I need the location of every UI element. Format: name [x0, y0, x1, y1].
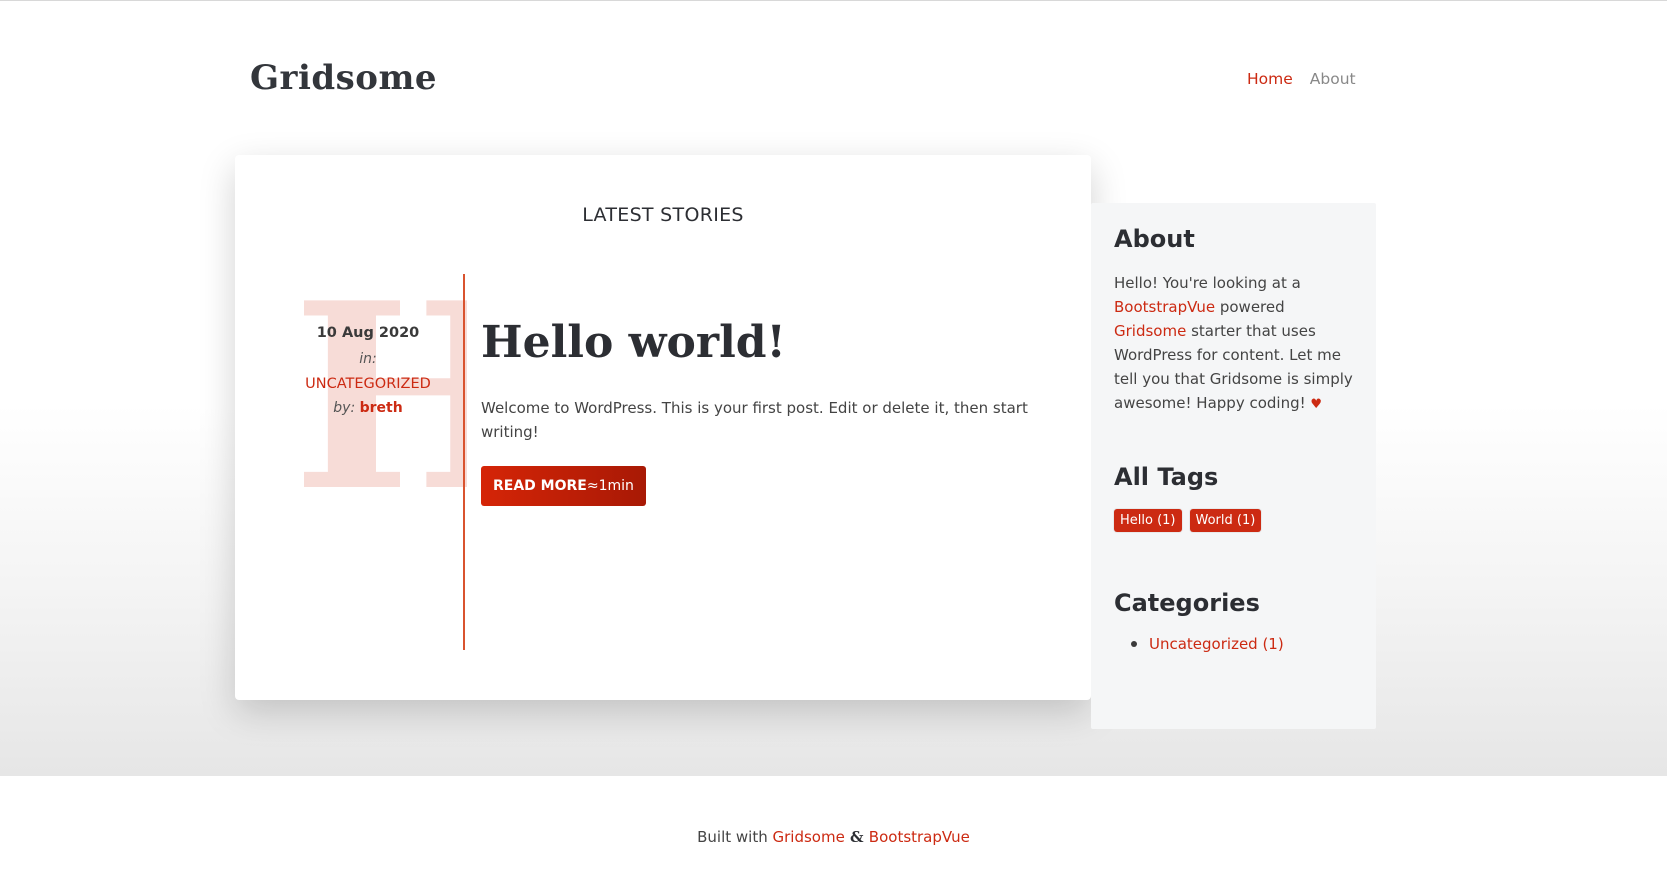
sidebar-tags-heading: All Tags: [1114, 463, 1219, 491]
bullet-icon: [1131, 641, 1137, 647]
read-time: ≈1min: [586, 478, 634, 494]
post-category-link[interactable]: UNCATEGORIZED: [293, 376, 443, 392]
sidebar-about-text: Hello! You're looking at a BootstrapVue …: [1114, 271, 1359, 417]
post-byline: by: breth: [293, 400, 443, 416]
sidebar: About Hello! You're looking at a Bootstr…: [1091, 203, 1376, 729]
post-by-label: by:: [333, 400, 356, 416]
main-nav: Home About: [1247, 70, 1356, 88]
category-list: Uncategorized (1): [1131, 635, 1284, 653]
footer-gridsome-link[interactable]: Gridsome: [772, 828, 844, 846]
category-uncategorized-link[interactable]: Uncategorized (1): [1149, 635, 1284, 653]
site-logo[interactable]: Gridsome: [250, 58, 437, 98]
post-title[interactable]: Hello world!: [481, 317, 786, 368]
nav-about[interactable]: About: [1310, 70, 1356, 88]
post-date: 10 Aug 2020: [316, 325, 420, 341]
tag-list: Hello (1) World (1): [1114, 509, 1262, 532]
footer-bootstrapvue-link[interactable]: BootstrapVue: [869, 828, 970, 846]
post-meta: 10 Aug 2020 in: UNCATEGORIZED by: breth: [293, 325, 443, 416]
footer-text: Built with Gridsome & BootstrapVue: [0, 828, 1667, 846]
read-more-label: READ MORE: [493, 478, 587, 494]
post-in-label: in:: [359, 351, 377, 367]
heart-icon: ♥: [1310, 397, 1323, 412]
site-footer: Built with Gridsome & BootstrapVue: [0, 776, 1667, 896]
post-author-link[interactable]: breth: [360, 400, 403, 416]
sidebar-about-heading: About: [1114, 225, 1195, 253]
post-excerpt: Welcome to WordPress. This is your first…: [481, 399, 1028, 441]
tag-hello[interactable]: Hello (1): [1114, 509, 1182, 532]
sidebar-categories-heading: Categories: [1114, 589, 1260, 617]
tag-world[interactable]: World (1): [1189, 509, 1262, 532]
read-more-button[interactable]: READ MORE ≈1min: [481, 466, 646, 506]
about-text-part: powered: [1215, 298, 1285, 316]
footer-prefix: Built with: [697, 828, 773, 846]
post-divider: [463, 274, 465, 650]
section-title: LATEST STORIES: [582, 204, 744, 226]
gridsome-link[interactable]: Gridsome: [1114, 322, 1186, 340]
about-text-part: Hello! You're looking at a: [1114, 274, 1301, 292]
list-item: Uncategorized (1): [1131, 635, 1284, 653]
bootstrapvue-link[interactable]: BootstrapVue: [1114, 298, 1215, 316]
ampersand: &: [844, 828, 869, 846]
nav-home[interactable]: Home: [1247, 70, 1293, 88]
latest-stories-card: LATEST STORIES H 10 Aug 2020 in: UNCATEG…: [235, 155, 1091, 700]
